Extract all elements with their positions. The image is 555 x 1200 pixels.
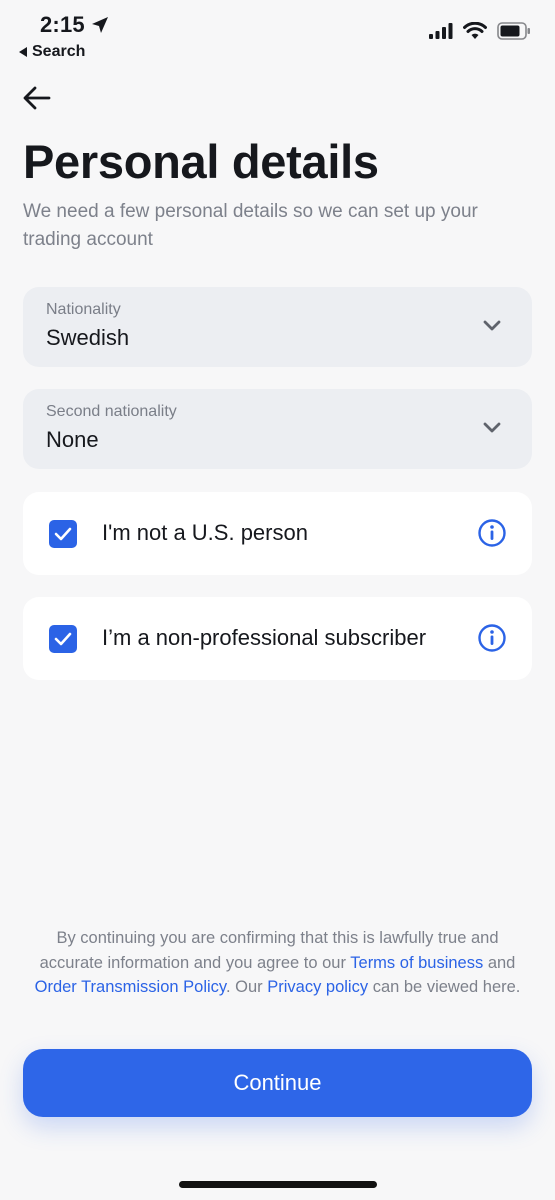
location-arrow-icon: [91, 17, 108, 33]
page-subtitle: We need a few personal details so we can…: [23, 201, 478, 250]
legal-disclaimer: By continuing you are confirming that th…: [30, 926, 525, 1000]
battery-icon: [497, 22, 530, 40]
non-professional-label: I’m a non-professional subscriber: [102, 625, 427, 650]
disclaimer-text-4: can be viewed here.: [368, 978, 521, 996]
info-circle-icon[interactable]: [477, 518, 507, 548]
not-us-person-checkbox[interactable]: [49, 520, 77, 548]
info-circle-icon[interactable]: [477, 623, 507, 653]
status-time: 2:15: [40, 12, 109, 38]
personal-details-screen: 2:15 Search Personal details We need a f…: [0, 0, 555, 1200]
nationality-select[interactable]: Nationality Swedish: [23, 287, 532, 367]
back-to-search[interactable]: Search: [18, 43, 85, 61]
checkmark-icon: [54, 527, 72, 541]
chevron-down-icon: [483, 320, 501, 331]
status-time-text: 2:15: [40, 12, 85, 37]
disclaimer-text-3: . Our: [225, 978, 268, 996]
back-to-search-label: Search: [32, 43, 86, 60]
second-nationality-select[interactable]: Second nationality None: [23, 389, 532, 469]
status-indicators: [429, 22, 531, 40]
nationality-label: Nationality: [46, 301, 121, 318]
non-professional-checkbox[interactable]: [49, 625, 77, 653]
cellular-signal-icon: [429, 23, 453, 39]
continue-button[interactable]: Continue: [23, 1049, 532, 1117]
second-nationality-value: None: [46, 427, 99, 452]
page-title: Personal details: [23, 135, 379, 188]
non-professional-card: I’m a non-professional subscriber: [23, 597, 532, 680]
checkmark-icon: [54, 632, 72, 646]
not-us-person-card: I'm not a U.S. person: [23, 492, 532, 575]
terms-of-business-link[interactable]: Terms of business: [350, 954, 483, 972]
order-transmission-policy-link[interactable]: Order Transmission Policy: [35, 978, 226, 996]
back-triangle-icon: [19, 47, 27, 57]
wifi-icon: [463, 22, 487, 39]
arrow-left-icon[interactable]: [22, 84, 52, 112]
second-nationality-label: Second nationality: [46, 403, 177, 420]
chevron-down-icon: [483, 422, 501, 433]
home-indicator[interactable]: [179, 1181, 377, 1188]
not-us-person-label: I'm not a U.S. person: [102, 520, 308, 545]
privacy-policy-link[interactable]: Privacy policy: [267, 978, 368, 996]
disclaimer-text-2: and: [483, 953, 516, 972]
nationality-value: Swedish: [46, 325, 130, 350]
